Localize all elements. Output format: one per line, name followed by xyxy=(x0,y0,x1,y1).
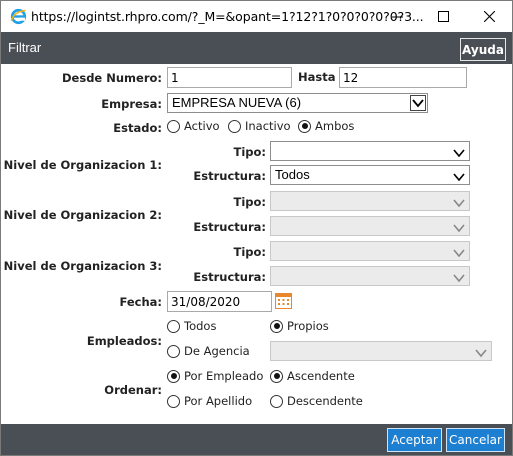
radio-circle-selected xyxy=(298,119,311,133)
nivel1-estructura-select[interactable]: Todos xyxy=(270,165,470,185)
ordenar-ascendente-label: Ascendente xyxy=(287,369,355,383)
radio-circle xyxy=(167,394,180,408)
chevron-down-icon xyxy=(453,146,465,158)
nivel3-label: Nivel de Organizacion 3: xyxy=(3,259,162,273)
empleados-agencia-radio[interactable]: De Agencia xyxy=(167,344,250,358)
ordenar-descendente-radio[interactable]: Descendente xyxy=(270,394,363,408)
ordenar-empleado-radio[interactable]: Por Empleado xyxy=(167,369,263,383)
nivel2-tipo-select[interactable] xyxy=(270,191,470,211)
nivel3-tipo-label: Tipo: xyxy=(233,245,266,259)
ordenar-descendente-label: Descendente xyxy=(287,394,363,408)
title-bar: https://logintst.rhpro.com/?_M=&opant=1?… xyxy=(1,1,512,32)
empresa-value: EMPRESA NUEVA (6) xyxy=(172,95,302,110)
ordenar-label: Ordenar: xyxy=(104,383,162,397)
dialog-window: https://logintst.rhpro.com/?_M=&opant=1?… xyxy=(0,0,513,456)
chevron-down-icon xyxy=(453,196,465,208)
maximize-button[interactable] xyxy=(421,1,466,32)
dialog-title: Filtrar xyxy=(8,40,42,55)
estado-inactivo-radio[interactable]: Inactivo xyxy=(228,119,291,133)
estado-ambos-label: Ambos xyxy=(315,119,355,133)
nivel3-tipo-select[interactable] xyxy=(270,241,470,261)
nivel1-tipo-label: Tipo: xyxy=(233,145,266,159)
maximize-icon xyxy=(438,11,449,22)
estado-label: Estado: xyxy=(113,121,162,135)
empresa-select[interactable]: EMPRESA NUEVA (6) xyxy=(167,93,428,113)
estado-inactivo-label: Inactivo xyxy=(245,119,291,133)
ordenar-apellido-radio[interactable]: Por Apellido xyxy=(167,394,252,408)
nivel3-estructura-select[interactable] xyxy=(270,266,470,286)
ordenar-ascendente-radio[interactable]: Ascendente xyxy=(270,369,355,383)
nivel2-estructura-label: Estructura: xyxy=(193,220,266,234)
empleados-todos-radio[interactable]: Todos xyxy=(167,319,216,333)
chevron-down-icon xyxy=(453,271,465,283)
empleados-agencia-label: De Agencia xyxy=(184,344,250,358)
chevron-down-icon xyxy=(453,170,465,182)
fecha-input[interactable]: 31/08/2020 xyxy=(167,291,272,312)
radio-circle-selected xyxy=(270,369,283,383)
chevron-down-icon xyxy=(453,246,465,258)
close-icon xyxy=(484,11,495,22)
empleados-propios-radio[interactable]: Propios xyxy=(270,319,329,333)
estado-activo-label: Activo xyxy=(184,119,220,133)
estado-activo-radio[interactable]: Activo xyxy=(167,119,220,133)
radio-circle xyxy=(270,394,283,408)
accept-button[interactable]: Aceptar xyxy=(387,428,442,452)
minimize-icon xyxy=(392,16,403,18)
calendar-icon[interactable] xyxy=(275,292,292,309)
radio-circle-selected xyxy=(167,369,180,383)
nivel1-tipo-select[interactable] xyxy=(270,141,470,161)
desde-numero-input[interactable]: 1 xyxy=(167,67,292,88)
radio-circle xyxy=(228,119,241,133)
nivel2-tipo-label: Tipo: xyxy=(233,195,266,209)
radio-circle-selected xyxy=(270,319,283,333)
empresa-label: Empresa: xyxy=(101,97,162,111)
nivel1-estructura-value: Todos xyxy=(275,167,310,182)
empleados-label: Empleados: xyxy=(86,334,162,348)
radio-circle xyxy=(167,319,180,333)
window-url: https://logintst.rhpro.com/?_M=&opant=1?… xyxy=(31,9,424,24)
chevron-down-icon xyxy=(410,95,426,111)
hasta-label: Hasta xyxy=(298,70,336,84)
radio-circle xyxy=(167,119,180,133)
dialog-header: Filtrar xyxy=(1,32,512,64)
close-window-button[interactable] xyxy=(467,1,512,32)
hasta-input[interactable]: 12 xyxy=(339,67,467,88)
nivel1-label: Nivel de Organizacion 1: xyxy=(3,158,162,172)
nivel3-estructura-label: Estructura: xyxy=(193,270,266,284)
help-button[interactable]: Ayuda xyxy=(460,38,506,61)
empleados-propios-label: Propios xyxy=(287,319,329,333)
nivel2-estructura-select[interactable] xyxy=(270,216,470,236)
desde-numero-label: Desde Numero: xyxy=(62,71,162,85)
empleados-todos-label: Todos xyxy=(184,319,217,333)
radio-circle xyxy=(167,344,180,358)
fecha-label: Fecha: xyxy=(119,295,162,309)
nivel2-label: Nivel de Organizacion 2: xyxy=(3,208,162,222)
chevron-down-icon xyxy=(475,346,487,358)
chevron-down-icon xyxy=(453,221,465,233)
agencia-select[interactable] xyxy=(270,341,492,361)
ordenar-empleado-label: Por Empleado xyxy=(184,369,264,383)
estado-ambos-radio[interactable]: Ambos xyxy=(298,119,354,133)
ordenar-apellido-label: Por Apellido xyxy=(184,394,253,408)
minimize-button[interactable] xyxy=(375,1,420,32)
ie-browser-icon xyxy=(10,8,27,25)
nivel1-estructura-label: Estructura: xyxy=(193,169,266,183)
cancel-button[interactable]: Cancelar xyxy=(446,428,505,452)
